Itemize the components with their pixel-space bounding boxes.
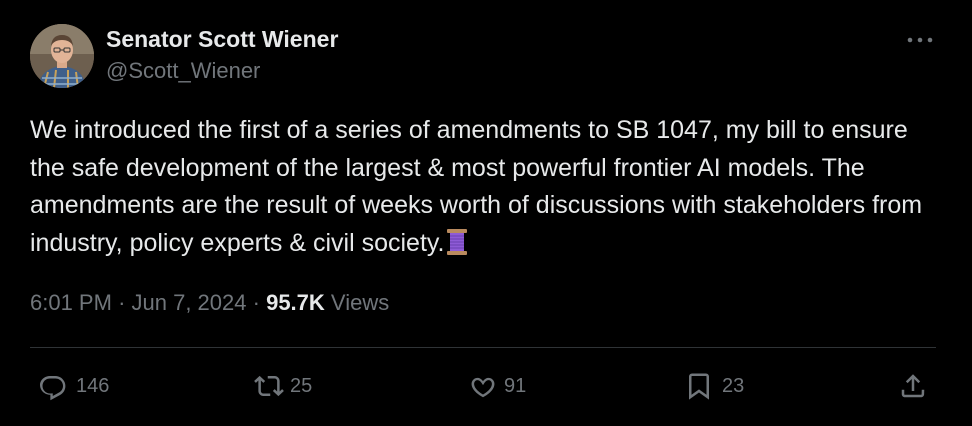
avatar[interactable] — [30, 24, 94, 88]
tweet-time[interactable]: 6:01 PM — [30, 290, 112, 315]
more-horizontal-icon — [907, 37, 933, 43]
repost-button[interactable]: 25 — [254, 370, 312, 402]
bookmark-button[interactable]: 23 — [684, 370, 744, 402]
tweet-meta: 6:01 PM · Jun 7, 2024 · 95.7K Views — [30, 290, 389, 316]
tweet-date[interactable]: Jun 7, 2024 — [132, 290, 247, 315]
bookmark-count: 23 — [722, 374, 745, 397]
display-name[interactable]: Senator Scott Wiener — [106, 26, 338, 53]
more-options-button[interactable] — [904, 28, 936, 52]
reply-button[interactable]: 146 — [38, 370, 109, 402]
heart-icon — [471, 377, 495, 398]
avatar-image — [30, 24, 94, 88]
view-count: 95.7K — [266, 290, 325, 315]
like-count: 91 — [504, 374, 527, 397]
repost-count: 25 — [290, 374, 313, 397]
reply-count: 146 — [76, 374, 110, 397]
like-button[interactable]: 91 — [468, 370, 526, 402]
share-button[interactable] — [898, 370, 928, 402]
divider — [30, 347, 936, 348]
meta-separator: · — [252, 290, 260, 315]
meta-separator: · — [118, 290, 126, 315]
reply-icon — [40, 376, 66, 401]
tweet-body: We introduced the first of a series of a… — [30, 116, 923, 257]
repost-icon — [254, 375, 284, 397]
views-label: Views — [330, 290, 390, 315]
user-handle[interactable]: @Scott_Wiener — [106, 58, 260, 84]
thread-spool-icon — [446, 228, 467, 255]
share-icon — [901, 374, 925, 398]
tweet-text: We introduced the first of a series of a… — [30, 112, 930, 262]
bookmark-icon — [689, 373, 709, 400]
